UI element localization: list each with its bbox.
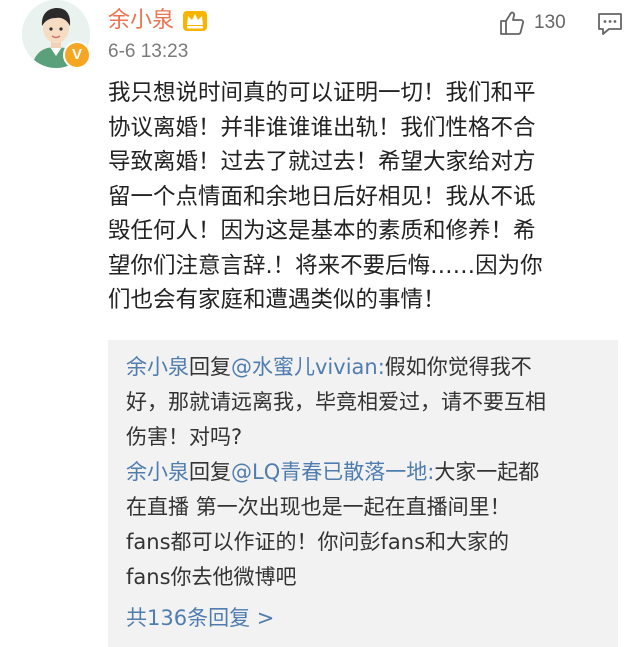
reply-item: 余小泉回复@水蜜儿vivian:假如你觉得我不 好，那就请远离我，毕竟相爱过，请… <box>126 350 606 455</box>
reply-author-link[interactable]: 余小泉 <box>126 355 189 379</box>
reply-first-line: 余小泉回复@水蜜儿vivian:假如你觉得我不 <box>126 350 606 385</box>
comment-bubble-icon <box>598 13 622 35</box>
comment-line: 协议离婚！并非谁谁谁出轨！我们性格不合 <box>108 114 536 141</box>
like-count: 130 <box>534 12 566 33</box>
reply-text: 大家一起都 <box>434 460 540 484</box>
comment-line: 留一个点情面和余地日后好相见！我从不诋 <box>108 183 536 210</box>
reply-text-line: 好，那就请远离我，毕竟相爱过，请不要互相 <box>126 390 546 414</box>
comment-line: 望你们注意言辞.！将来不要后悔……因为你 <box>108 252 543 279</box>
thumbs-up-icon <box>498 9 526 37</box>
reply-colon: : <box>377 355 385 379</box>
post-timestamp: 6-6 13:23 <box>108 41 189 62</box>
reply-text-line: fans都可以作证的！你问彭fans和大家的 <box>126 530 510 554</box>
verified-v-badge: V <box>63 41 91 69</box>
reply-text-line: 在直播 第一次出现也是一起在直播间里！ <box>126 495 511 519</box>
comment-line: 导致离婚！过去了就过去！希望大家给对方 <box>108 149 536 175</box>
like-button[interactable]: 130 <box>498 8 566 38</box>
more-replies-link[interactable]: 共136条回复 > <box>126 602 274 634</box>
reply-text: 假如你觉得我不 <box>384 355 532 379</box>
weibo-comment-card: V 余小泉 6-6 13:23 130 我只想说时间真的可以证明一切！我们和平 … <box>0 0 640 647</box>
reply-target-link[interactable]: @LQ青春已散落一地 <box>231 460 427 484</box>
comment-line: 毁任何人！因为这是基本的素质和修养！希 <box>108 218 536 244</box>
reply-target-link[interactable]: @水蜜儿vivian <box>231 355 378 379</box>
replies-section: 余小泉回复@水蜜儿vivian:假如你觉得我不 好，那就请远离我，毕竟相爱过，请… <box>108 340 618 647</box>
reply-word: 回复 <box>189 460 231 484</box>
reply-button[interactable] <box>596 10 624 38</box>
reply-word: 回复 <box>189 355 231 379</box>
reply-text-line: 伤害！对吗? <box>126 425 243 449</box>
author-name[interactable]: 余小泉 <box>108 6 174 36</box>
comment-text: 我只想说时间真的可以证明一切！我们和平 协议离婚！并非谁谁谁出轨！我们性格不合 … <box>108 76 608 318</box>
reply-item: 余小泉回复@LQ青春已散落一地:大家一起都 在直播 第一次出现也是一起在直播间里… <box>126 455 606 595</box>
comment-line: 我只想说时间真的可以证明一切！我们和平 <box>108 80 536 106</box>
author-header: 余小泉 <box>108 6 208 36</box>
reply-author-link[interactable]: 余小泉 <box>126 460 189 484</box>
reply-text-line: fans你去他微博吧 <box>126 565 297 589</box>
reply-first-line: 余小泉回复@LQ青春已散落一地:大家一起都 <box>126 455 606 490</box>
comment-line: 们也会有家庭和遭遇类似的事情！ <box>108 287 446 313</box>
crown-member-icon[interactable] <box>182 8 208 34</box>
